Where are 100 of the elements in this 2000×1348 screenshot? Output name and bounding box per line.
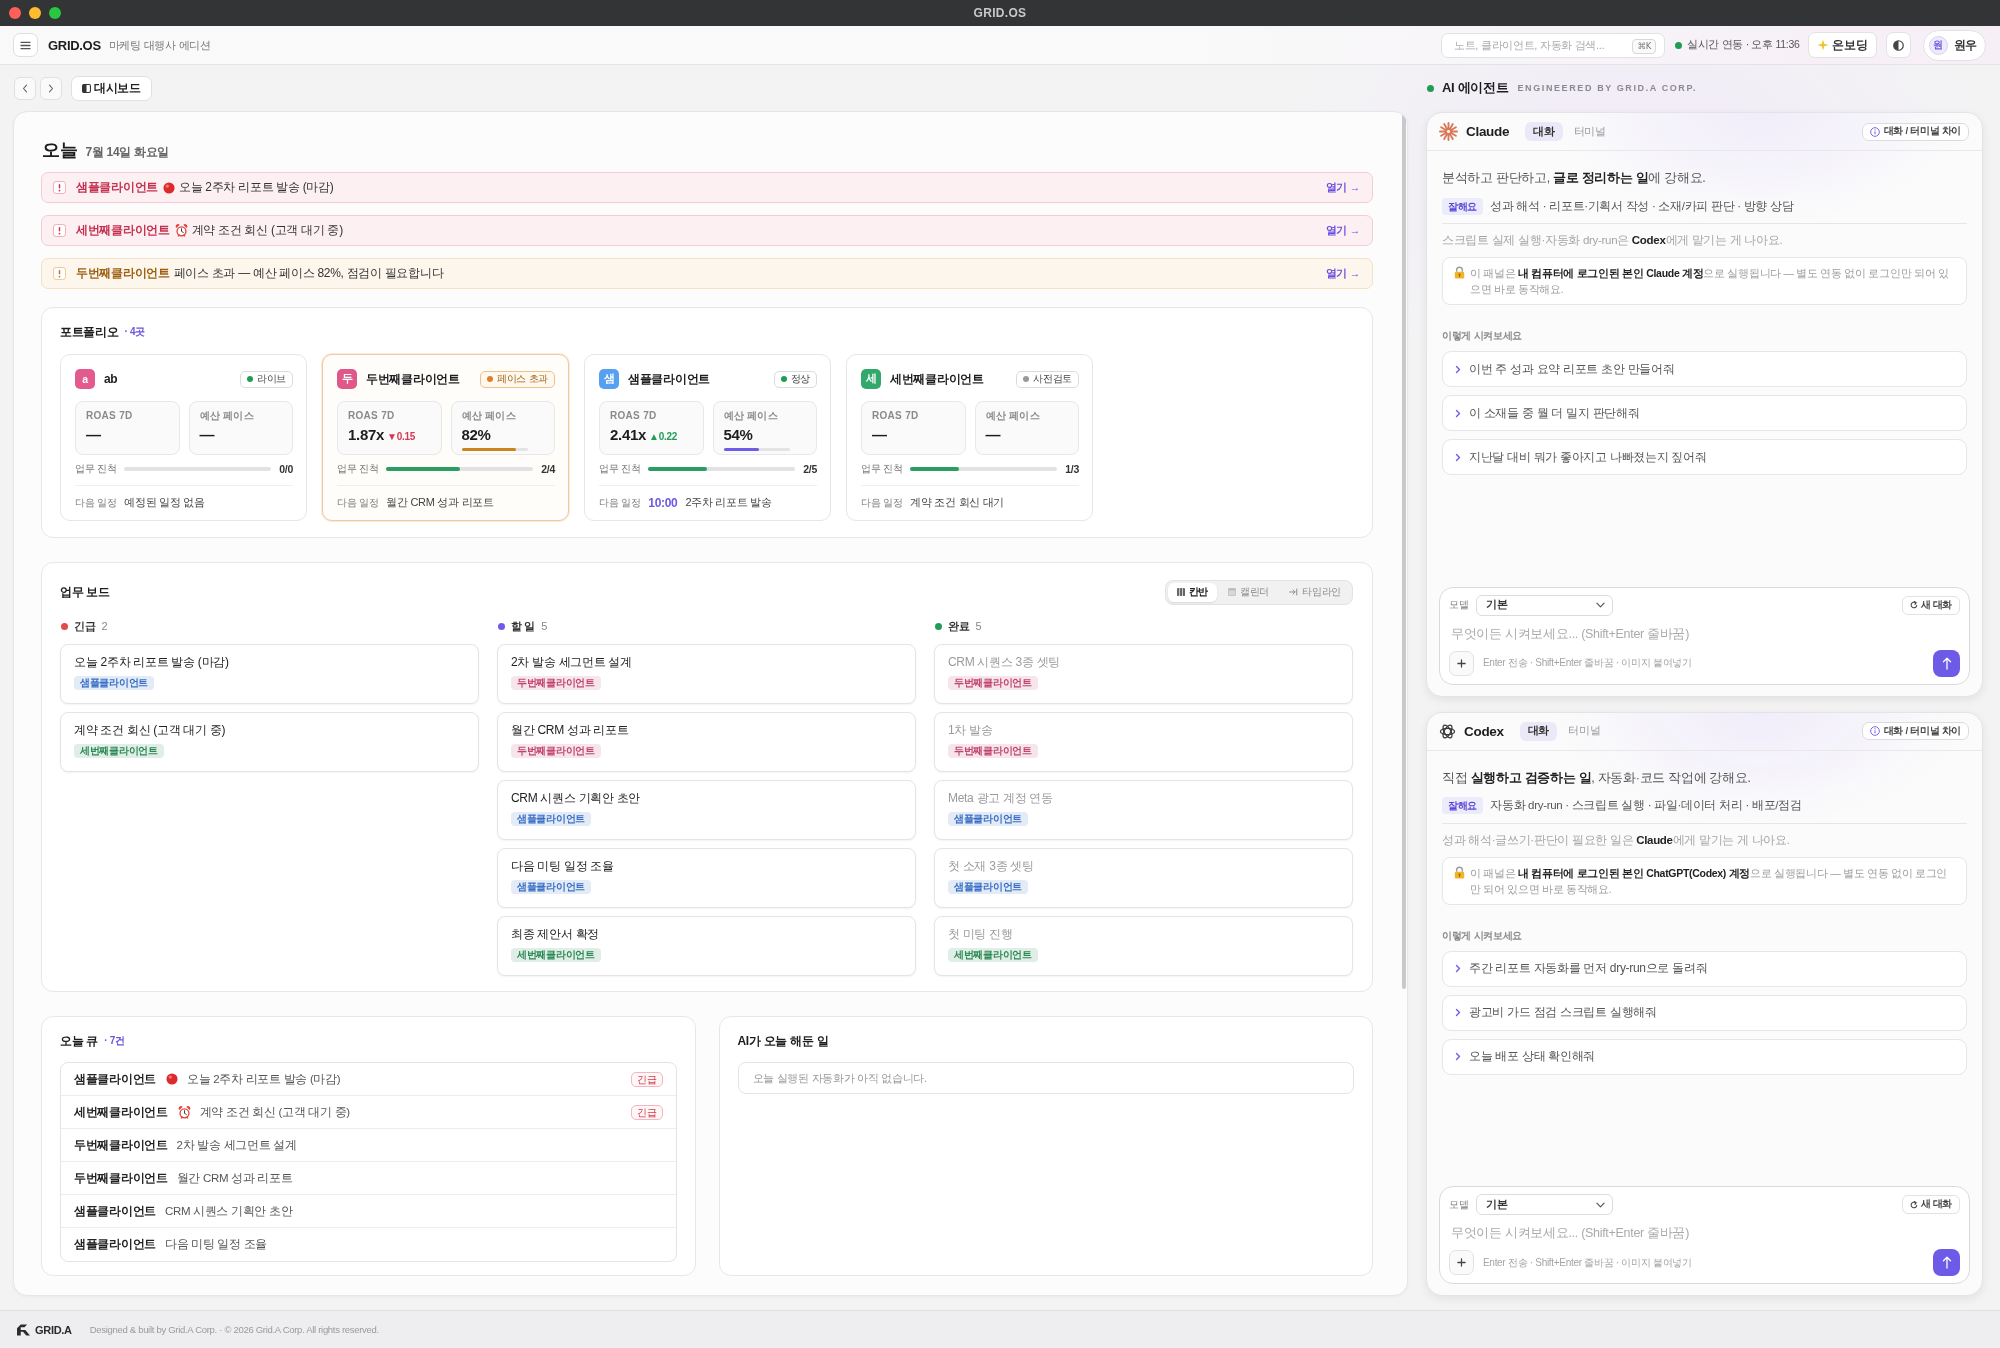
mode-tab[interactable]: 대화 <box>1519 721 1558 741</box>
task-title: 오늘 2주차 리포트 발송 (마감) <box>74 654 229 671</box>
task-card[interactable]: CRM 시퀀스 3종 셋팅 두번째클라이언트 <box>934 644 1353 704</box>
footer-text: Designed & built by Grid.A Corp. · © 2026 Grid.A Corp. All rights reserved. <box>89 1324 379 1335</box>
trend-delta: ▼0.15 <box>387 431 415 442</box>
task-card[interactable]: 첫 미팅 진행 세번째클라이언트 <box>934 916 1353 976</box>
metric-label: ROAS 7D <box>872 410 920 422</box>
model-select[interactable]: 기본 <box>1476 594 1614 616</box>
task-card[interactable]: 2차 발송 세그먼트 설계 두번째클라이언트 <box>497 644 916 704</box>
task-card[interactable]: 첫 소재 3종 셋팅 샘플클라이언트 <box>934 848 1353 908</box>
agent-intro: 분석하고 판단하고, 글로 정리하는 일에 강해요. <box>1442 170 1707 187</box>
lock-icon <box>1453 266 1466 279</box>
suggestion-item[interactable]: 지난달 대비 뭐가 좋아지고 나빠졌는지 짚어줘 <box>1442 439 1967 475</box>
schedule-label: 다음 일정 <box>75 495 117 510</box>
client-card[interactable]: 두 두번째클라이언트 페이스 초과 ROAS 7D 1.87x ▼0.15 예산 페이스 82% 업무 진척 2/4 다음 일정 월간 CRM 성과 리포트 <box>322 354 569 521</box>
task-title: 계약 조건 회신 (고객 대기 중) <box>74 722 226 739</box>
chevron-right-icon <box>1455 1008 1461 1017</box>
suggestion-item[interactable]: 주간 리포트 자동화를 먼저 dry-run으로 돌려줘 <box>1442 950 1967 987</box>
queue-client: 샘플클라이언트 <box>74 1203 156 1219</box>
plus-icon <box>1457 658 1466 668</box>
task-card[interactable]: 계약 조건 회신 (고객 대기 중) 세번째클라이언트 <box>60 712 479 772</box>
send-button[interactable] <box>1933 649 1960 677</box>
info-button[interactable]: 대화 / 터미널 차이 <box>1861 122 1969 141</box>
suggestion-item[interactable]: 광고비 가드 점검 스크립트 실행해줘 <box>1442 994 1967 1031</box>
sparkle-icon <box>1817 39 1830 51</box>
alert-icon <box>53 267 66 280</box>
window-control-icon[interactable] <box>29 7 41 19</box>
open-link[interactable]: 열기 → <box>1325 180 1360 195</box>
date-label: 7월 14일 화요일 <box>85 144 170 161</box>
progress-count: 2/5 <box>803 463 817 475</box>
task-title: 다음 미팅 일정 조율 <box>511 858 614 875</box>
client-tag: 두번째클라이언트 <box>948 744 1038 758</box>
suggestions-title: 이렇게 시켜보세요 <box>1442 329 1524 343</box>
message-field[interactable]: 무엇이든 시켜보세요... (Shift+Enter 줄바꿈) <box>1449 1221 1960 1245</box>
suggestions-title: 이렇게 시켜보세요 <box>1442 928 1524 943</box>
schedule-text: 월간 CRM 성과 리포트 <box>386 495 494 510</box>
suggestion-item[interactable]: 이 소재들 중 뭘 더 밀지 판단해줘 <box>1442 395 1967 431</box>
model-label: 모델 <box>1449 1197 1469 1212</box>
task-title: 첫 미팅 진행 <box>948 926 1013 943</box>
dot-icon <box>162 181 175 194</box>
logo-icon <box>16 1323 31 1336</box>
task-card[interactable]: 1차 발송 두번째클라이언트 <box>934 712 1353 772</box>
task-card[interactable]: 최종 제안서 확정 세번째클라이언트 <box>497 916 916 976</box>
task-card[interactable]: CRM 시퀀스 기획안 초안 샘플클라이언트 <box>497 780 916 840</box>
client-card[interactable]: a ab 라이브 ROAS 7D — 예산 페이스 — 업무 진척 0/0 다음 일정 예정된 일정 없음 <box>60 354 307 521</box>
task-title: CRM 시퀀스 기획안 초안 <box>511 790 641 807</box>
onboarding-button[interactable]: 온보딩 <box>1808 32 1877 58</box>
footer-brand: GRID.A <box>35 1323 72 1336</box>
queue-task: 다음 미팅 일정 조율 <box>164 1237 268 1252</box>
new-chat-button[interactable]: 새 대화 <box>1901 1195 1960 1214</box>
alarm-clock-icon <box>174 224 188 237</box>
open-link[interactable]: 열기 → <box>1325 223 1360 238</box>
schedule-label: 다음 일정 <box>599 495 641 510</box>
queue-task: 2차 발송 세그먼트 설계 <box>176 1137 297 1153</box>
task-card[interactable]: Meta 광고 계정 연동 샘플클라이언트 <box>934 780 1353 840</box>
menu-button[interactable] <box>13 33 38 57</box>
info-button[interactable]: 대화 / 터미널 차이 <box>1861 722 1969 740</box>
suggestion-text: 이번 주 성과 요약 리포트 초안 만들어줘 <box>1469 360 1675 378</box>
schedule-text: 계약 조건 회신 대기 <box>910 495 1005 510</box>
refresh-icon <box>1909 1200 1918 1209</box>
client-name: ab <box>104 372 118 386</box>
note-text: 이 패널은 내 컴퓨터에 로그인된 본인 Claude 계정으로 실행됩니다 — 별도 연동 없이 로그인만 되어 있으면 바로 동작해요. <box>1470 266 1950 297</box>
client-card[interactable]: 샘 샘플클라이언트 정상 ROAS 7D 2.41x ▲0.22 예산 페이스 54% 업무 진척 2/5 다음 일정 10:00 2주차 리포트 발송 <box>584 354 831 521</box>
chevron-right-icon <box>1455 964 1461 973</box>
suggestion-item[interactable]: 오늘 배포 상태 확인해줘 <box>1442 1038 1967 1075</box>
suggestion-text: 지난달 대비 뭐가 좋아지고 나빠졌는지 짚어줘 <box>1469 448 1707 466</box>
sync-status: 실시간 연동 · 오후 11:36 <box>1686 38 1800 52</box>
open-link[interactable]: 열기 → <box>1325 266 1360 281</box>
model-select[interactable]: 기본 <box>1476 1194 1614 1215</box>
client-tag: 샘플클라이언트 <box>948 812 1028 826</box>
mode-tab[interactable]: 대화 <box>1525 122 1563 141</box>
suggestion-item[interactable]: 이번 주 성과 요약 리포트 초안 만들어줘 <box>1442 351 1967 387</box>
client-card[interactable]: 세 세번째클라이언트 사전검토 ROAS 7D — 예산 페이스 — 업무 진척 1/3 다음 일정 계약 조건 회신 대기 <box>846 354 1093 521</box>
queue-task: 계약 조건 회신 (고객 대기 중) <box>199 1104 350 1120</box>
agents-subtitle: ENGINEERED BY GRID.A CORP. <box>1517 83 1697 93</box>
client-avatar: 샘 <box>599 369 619 389</box>
client-name: 두번째클라이언트 <box>366 370 460 388</box>
client-tag: 세번째클라이언트 <box>948 948 1038 962</box>
window-control-icon[interactable] <box>9 7 21 19</box>
task-card[interactable]: 오늘 2주차 리포트 발송 (마감) 샘플클라이언트 <box>60 644 479 704</box>
send-button[interactable] <box>1933 1249 1960 1276</box>
metric-value: — <box>86 426 101 444</box>
new-chat-button[interactable]: 새 대화 <box>1901 595 1960 615</box>
dot-icon <box>165 1073 178 1085</box>
task-card[interactable]: 다음 미팅 일정 조율 샘플클라이언트 <box>497 848 916 908</box>
client-name: 세번째클라이언트 <box>890 370 984 388</box>
attach-button[interactable] <box>1449 1250 1474 1275</box>
dashboard-tab[interactable]: 대시보드 <box>71 75 152 101</box>
user-menu-button[interactable]: 원 원우 <box>1922 29 1986 61</box>
status-label: 페이스 초과 <box>497 372 548 386</box>
window-control-icon[interactable] <box>49 7 61 19</box>
task-title: CRM 시퀀스 3종 셋팅 <box>948 654 1061 671</box>
attach-button[interactable] <box>1449 650 1474 676</box>
edition-label: 마케팅 대행사 에디션 <box>108 37 211 53</box>
message-field[interactable]: 무엇이든 시켜보세요... (Shift+Enter 줄바꿈) <box>1449 621 1960 646</box>
progress-count: 1/3 <box>1065 463 1079 475</box>
theme-toggle-button[interactable] <box>1885 32 1911 58</box>
view-tab[interactable]: 칸반 <box>1167 582 1218 602</box>
task-card[interactable]: 월간 CRM 성과 리포트 두번째클라이언트 <box>497 712 916 772</box>
chevron-right-icon <box>1455 1052 1461 1061</box>
